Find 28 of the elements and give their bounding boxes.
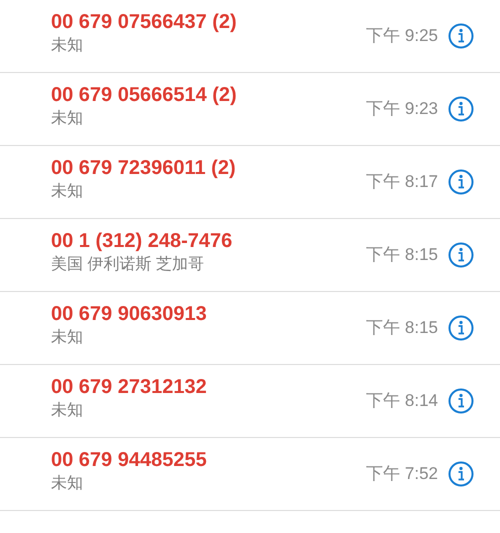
caller-location: 未知 — [51, 474, 84, 494]
caller-number: 00 679 27312132 — [51, 375, 208, 400]
call-time: 下午 8:17 — [366, 171, 438, 194]
info-icon[interactable] — [448, 315, 474, 341]
call-time: 下午 8:14 — [366, 390, 438, 412]
info-icon[interactable] — [448, 96, 474, 122]
caller-number: 00 679 07566437 (2) — [51, 10, 238, 35]
info-icon[interactable] — [448, 242, 474, 268]
info-icon[interactable] — [448, 169, 474, 195]
caller-number: 00 1 (312) 248-7476 — [51, 229, 234, 254]
caller-location: 未知 — [51, 182, 84, 202]
info-icon[interactable] — [448, 23, 474, 49]
caller-location: 未知 — [51, 36, 84, 56]
caller-location: 未知 — [51, 108, 84, 129]
call-time: 下午 8:15 — [366, 317, 438, 340]
caller-location: 未知 — [51, 328, 84, 348]
caller-location: 未知 — [51, 400, 84, 421]
caller-number: 00 679 90630913 — [51, 302, 208, 327]
call-time: 下午 8:15 — [366, 244, 438, 266]
call-time: 下午 9:25 — [366, 25, 438, 48]
info-icon[interactable] — [448, 388, 474, 414]
info-icon[interactable] — [448, 461, 474, 487]
caller-number: 00 679 72396011 (2) — [51, 156, 237, 181]
call-time: 下午 7:52 — [366, 463, 438, 486]
call-time: 下午 9:23 — [366, 98, 438, 120]
caller-number: 00 679 94485255 — [51, 448, 208, 473]
caller-location: 美国 伊利诺斯 芝加哥 — [51, 254, 205, 275]
caller-number: 00 679 05666514 (2) — [51, 83, 238, 108]
